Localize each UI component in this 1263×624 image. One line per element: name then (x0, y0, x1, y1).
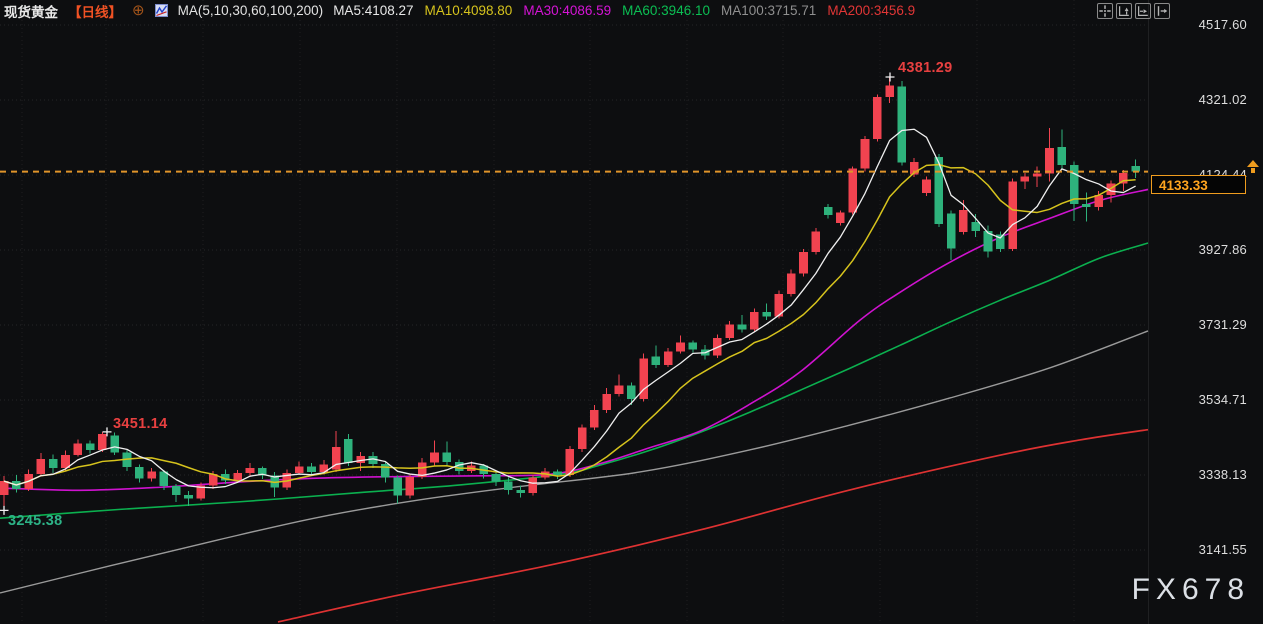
current-price-value: 4133.33 (1159, 178, 1208, 193)
y-axis-label: 3141.55 (1199, 542, 1247, 557)
chart-app: 现货黄金 【日线】 ⊕ MA(5,10,30,60,100,200) MA5:4… (0, 0, 1263, 624)
y-axis-label: 3534.71 (1199, 392, 1247, 407)
y-axis-label: 3731.29 (1199, 317, 1247, 332)
axis-scale-right-icon[interactable] (1135, 3, 1151, 19)
y-axis-label: 4517.60 (1199, 17, 1247, 32)
period-selector[interactable]: 【日线】 (68, 1, 122, 21)
y-axis-label: 3927.86 (1199, 242, 1247, 257)
chart-header: 现货黄金 【日线】 ⊕ MA(5,10,30,60,100,200) MA5:4… (4, 0, 915, 21)
price-annotation: 4381.29 (898, 60, 953, 76)
ma-value-label: MA10:4098.80 (425, 3, 513, 18)
ma-value-label: MA60:3946.10 (622, 3, 710, 18)
pan-tool-icon[interactable] (1097, 3, 1113, 19)
extreme-marker-icon (886, 73, 895, 82)
price-arrow-icon (1247, 160, 1259, 178)
expand-right-icon[interactable] (1154, 3, 1170, 19)
chart-toolbar (1097, 3, 1170, 19)
axis-scale-up-icon[interactable] (1116, 3, 1132, 19)
ma-value-label: MA200:3456.9 (827, 3, 915, 18)
symbol-name: 现货黄金 (4, 1, 58, 21)
ma-value-label: MA100:3715.71 (721, 3, 816, 18)
watermark: FX678 (1132, 573, 1250, 607)
current-price-tag: 4133.33 (1151, 175, 1246, 194)
ma-values: MA5:4108.27 MA10:4098.80 MA30:4086.59 MA60:… (333, 3, 915, 18)
indicator-chart-icon[interactable] (155, 4, 168, 17)
ma5-line (4, 129, 1136, 487)
y-axis-label: 4321.02 (1199, 92, 1247, 107)
price-annotation: 3245.38 (8, 513, 63, 529)
add-indicator-button[interactable]: ⊕ (132, 4, 145, 17)
ma-value-label: MA5:4108.27 (333, 3, 413, 18)
plus-circle-icon: ⊕ (132, 2, 145, 19)
ma-value-label: MA30:4086.59 (523, 3, 611, 18)
price-annotation: 3451.14 (113, 416, 168, 432)
candlestick-chart[interactable] (0, 0, 1263, 624)
ma-group-label: MA(5,10,30,60,100,200) (178, 3, 324, 18)
candles (0, 77, 1140, 510)
y-axis-label: 3338.13 (1199, 467, 1247, 482)
